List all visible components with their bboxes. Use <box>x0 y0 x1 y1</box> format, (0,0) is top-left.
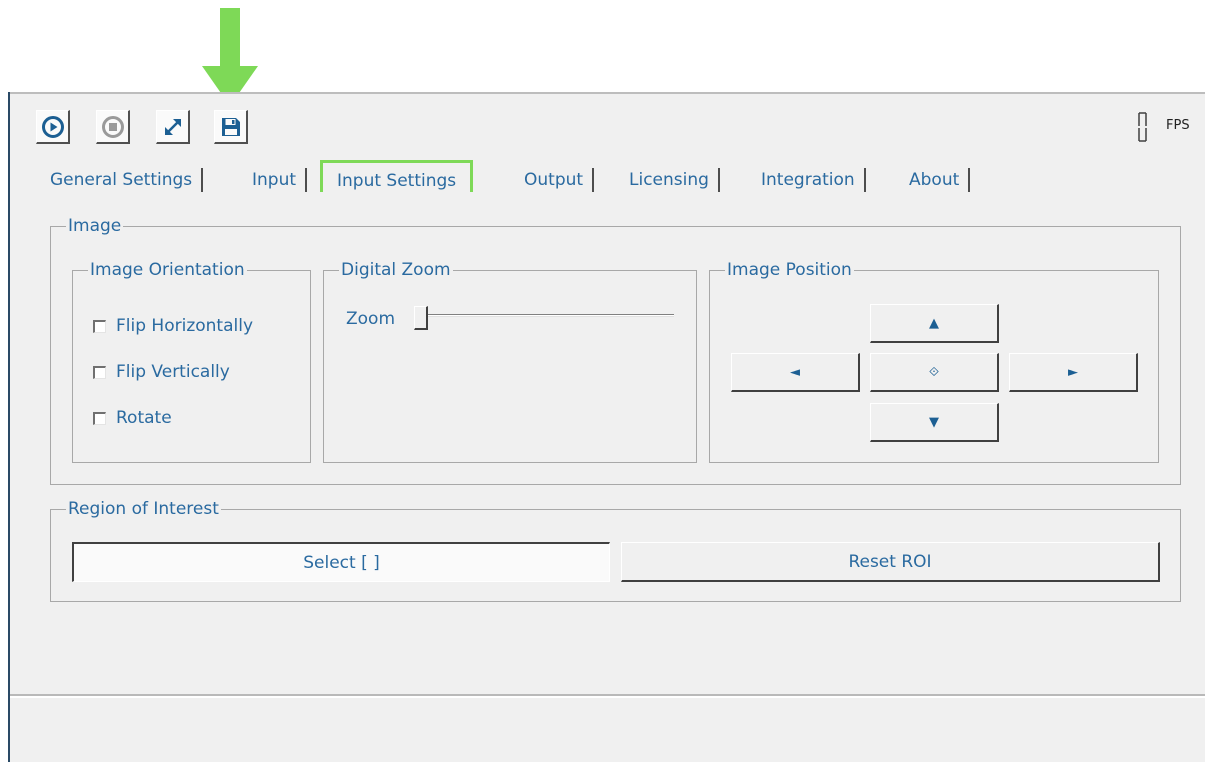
checkbox-box[interactable] <box>93 319 106 333</box>
tab-input[interactable]: Input <box>252 168 308 192</box>
arrow-right-icon: ► <box>1068 364 1078 380</box>
move-left-button[interactable]: ◄ <box>731 353 860 392</box>
zoom-slider-thumb[interactable] <box>414 306 428 330</box>
digital-zoom-group: Digital Zoom Zoom <box>323 260 697 463</box>
image-group-title: Image <box>66 216 124 236</box>
tab-licensing[interactable]: Licensing <box>629 168 720 192</box>
fullscreen-button[interactable] <box>156 110 190 144</box>
arrow-left-icon: ◄ <box>790 364 800 380</box>
save-button[interactable] <box>214 110 248 144</box>
image-position-title: Image Position <box>725 260 854 280</box>
stop-button[interactable] <box>96 110 130 144</box>
stop-circle-icon <box>101 115 125 139</box>
arrow-down-icon: ▼ <box>929 414 939 430</box>
image-orientation-group: Image Orientation Flip Horizontally Flip… <box>72 260 311 463</box>
play-button[interactable] <box>36 110 70 144</box>
rotate-label: Rotate <box>116 408 172 428</box>
roi-group-title: Region of Interest <box>66 499 221 519</box>
tab-bar: General Settings Input Input Settings Ou… <box>30 160 1205 200</box>
play-circle-icon <box>41 115 65 139</box>
flip-horizontally-checkbox[interactable]: Flip Horizontally <box>93 316 253 336</box>
tab-general-settings[interactable]: General Settings <box>50 168 204 192</box>
arrow-up-icon: ▲ <box>929 315 939 331</box>
image-orientation-title: Image Orientation <box>88 260 247 280</box>
tab-about[interactable]: About <box>909 168 971 192</box>
center-icon: ⟐ <box>928 364 940 380</box>
rotate-checkbox[interactable]: Rotate <box>93 408 172 428</box>
checkbox-box[interactable] <box>93 411 106 425</box>
reset-roi-button[interactable]: Reset ROI <box>621 542 1160 582</box>
checkbox-box[interactable] <box>93 365 106 379</box>
roi-select-button[interactable]: Select [ ] <box>72 542 610 582</box>
center-button[interactable]: ⟐ <box>870 353 999 392</box>
digital-zoom-title: Digital Zoom <box>339 260 453 280</box>
fps-digit-display <box>1138 112 1147 142</box>
reset-roi-label: Reset ROI <box>848 551 932 572</box>
flip-horizontally-label: Flip Horizontally <box>116 316 254 336</box>
move-down-button[interactable]: ▼ <box>870 403 999 442</box>
floppy-disk-icon <box>219 115 243 139</box>
tab-integration[interactable]: Integration <box>761 168 866 192</box>
annotation-arrow-shaft <box>220 8 240 68</box>
move-up-button[interactable]: ▲ <box>870 304 999 343</box>
tab-output[interactable]: Output <box>524 168 595 192</box>
roi-select-label: Select [ ] <box>303 552 380 573</box>
zoom-slider-track[interactable] <box>416 314 674 317</box>
fps-label: FPS <box>1166 118 1190 133</box>
zoom-label: Zoom <box>346 309 396 329</box>
lower-area <box>10 698 1205 762</box>
flip-vertically-label: Flip Vertically <box>116 362 230 382</box>
move-right-button[interactable]: ► <box>1009 353 1138 392</box>
expand-arrows-icon <box>161 115 185 139</box>
flip-vertically-checkbox[interactable]: Flip Vertically <box>93 362 230 382</box>
